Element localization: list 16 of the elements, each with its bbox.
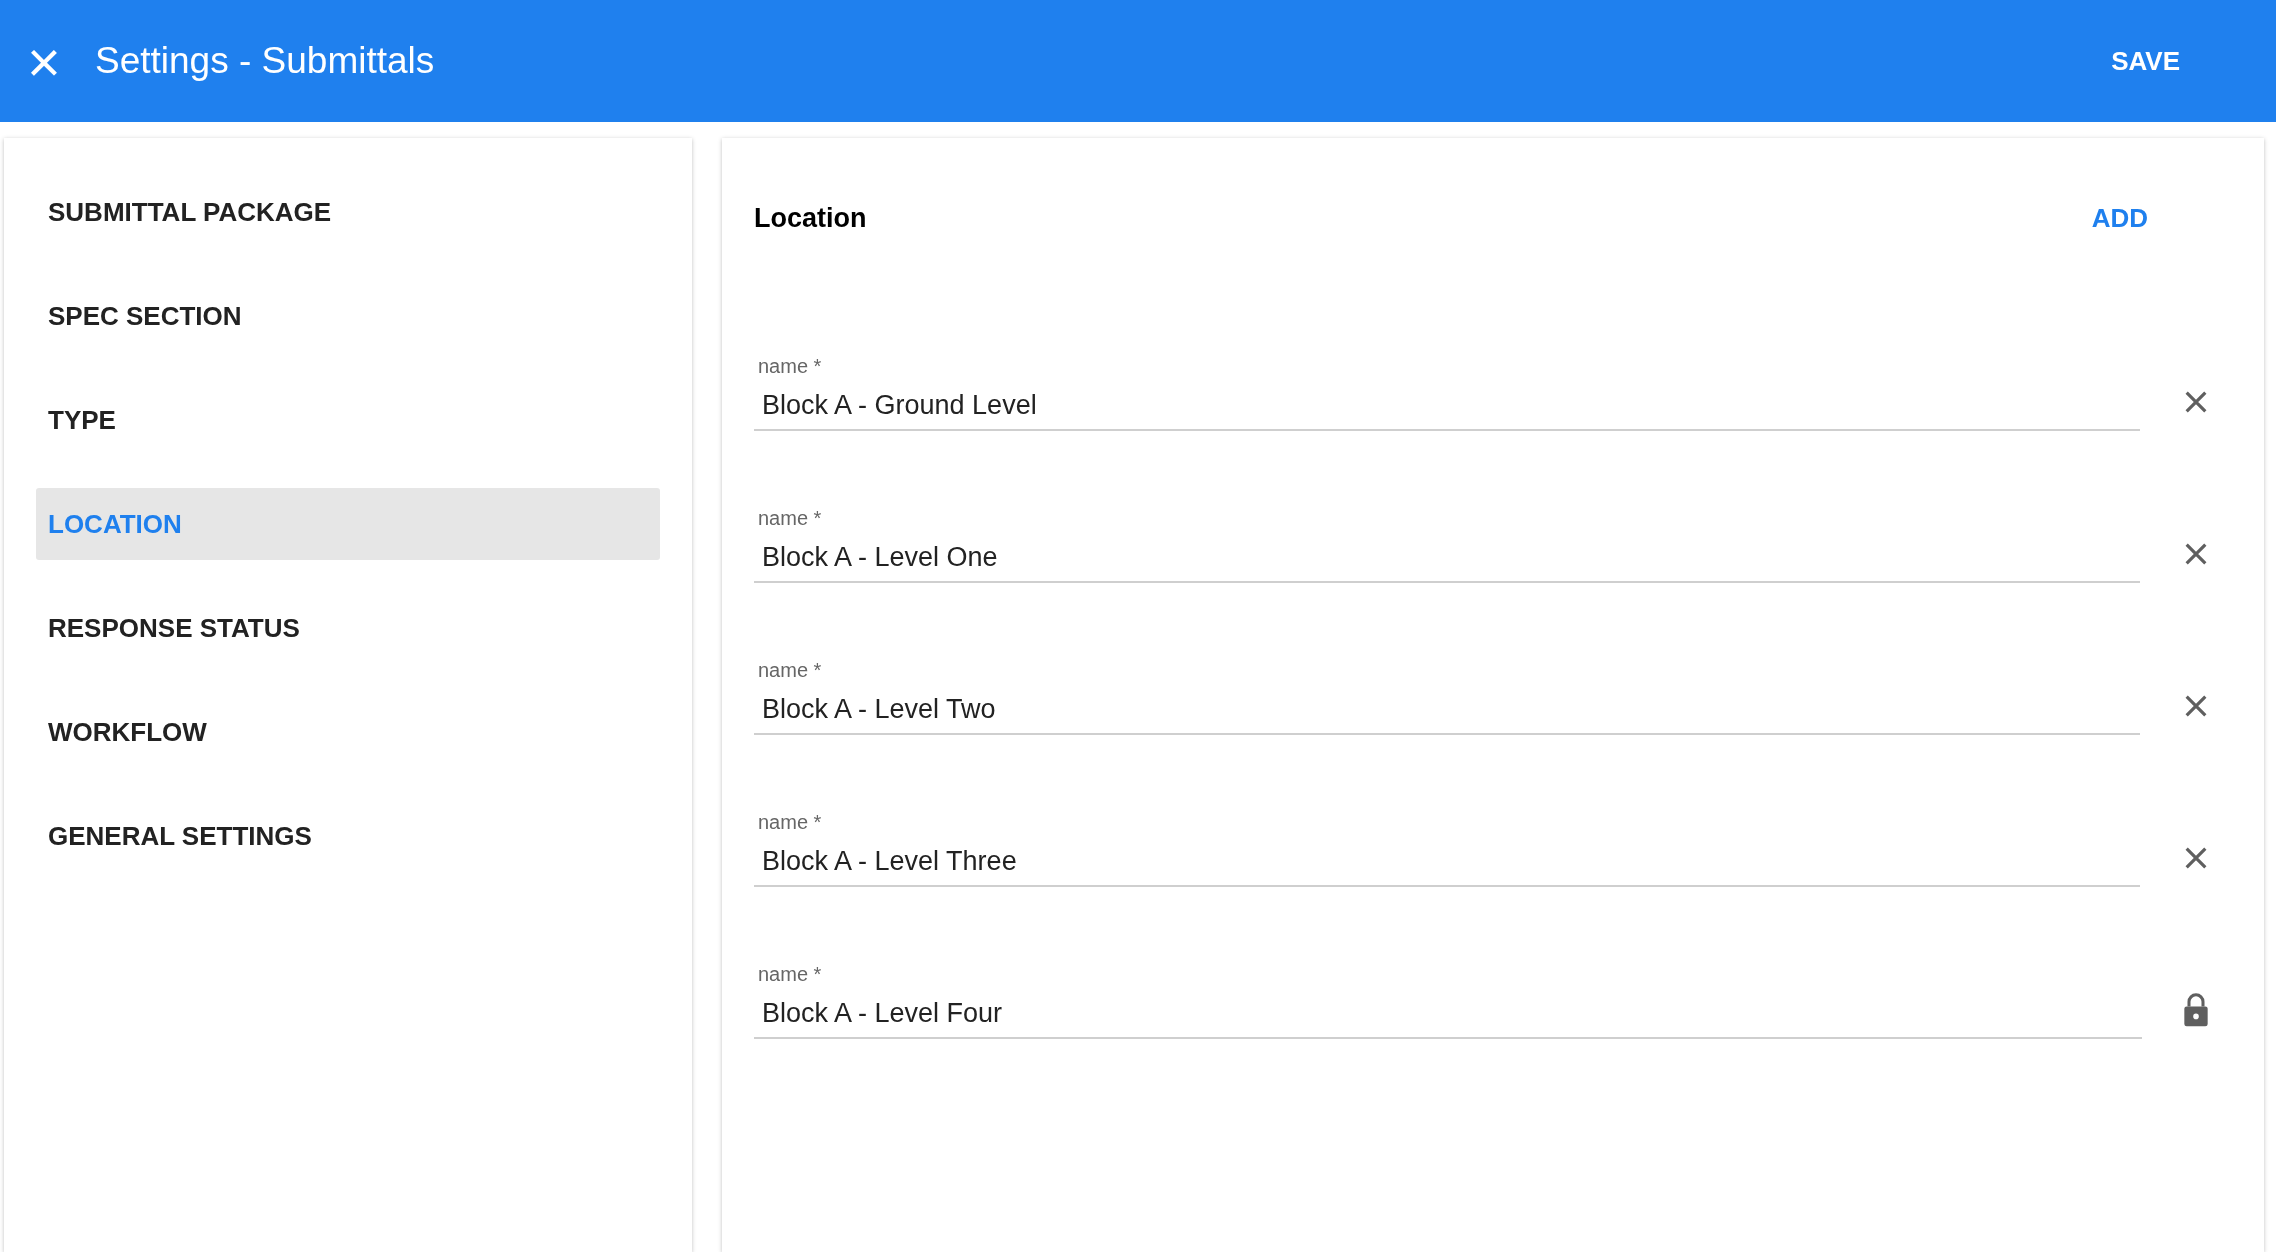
field-label: name * bbox=[757, 355, 823, 378]
section-title: Location bbox=[754, 202, 867, 234]
add-button[interactable]: ADD bbox=[2079, 194, 2160, 242]
sidebar-item[interactable]: SUBMITTAL PACKAGE bbox=[36, 176, 660, 248]
close-button[interactable]: × bbox=[22, 33, 66, 89]
save-button[interactable]: SAVE bbox=[2097, 35, 2194, 87]
field-label: name * bbox=[757, 659, 823, 682]
sidebar-item[interactable]: GENERAL SETTINGS bbox=[36, 800, 660, 872]
sidebar-item[interactable]: TYPE bbox=[36, 384, 660, 456]
field-label: name * bbox=[757, 507, 823, 530]
sidebar-item[interactable]: RESPONSE STATUS bbox=[36, 592, 660, 664]
window-title: Settings - Submittals bbox=[95, 40, 436, 82]
field-label: name * bbox=[757, 963, 823, 986]
sidebar-item[interactable]: WORKFLOW bbox=[36, 696, 660, 768]
sidebar-item[interactable]: SPEC SECTION bbox=[36, 280, 660, 352]
field-label: name * bbox=[757, 811, 823, 834]
